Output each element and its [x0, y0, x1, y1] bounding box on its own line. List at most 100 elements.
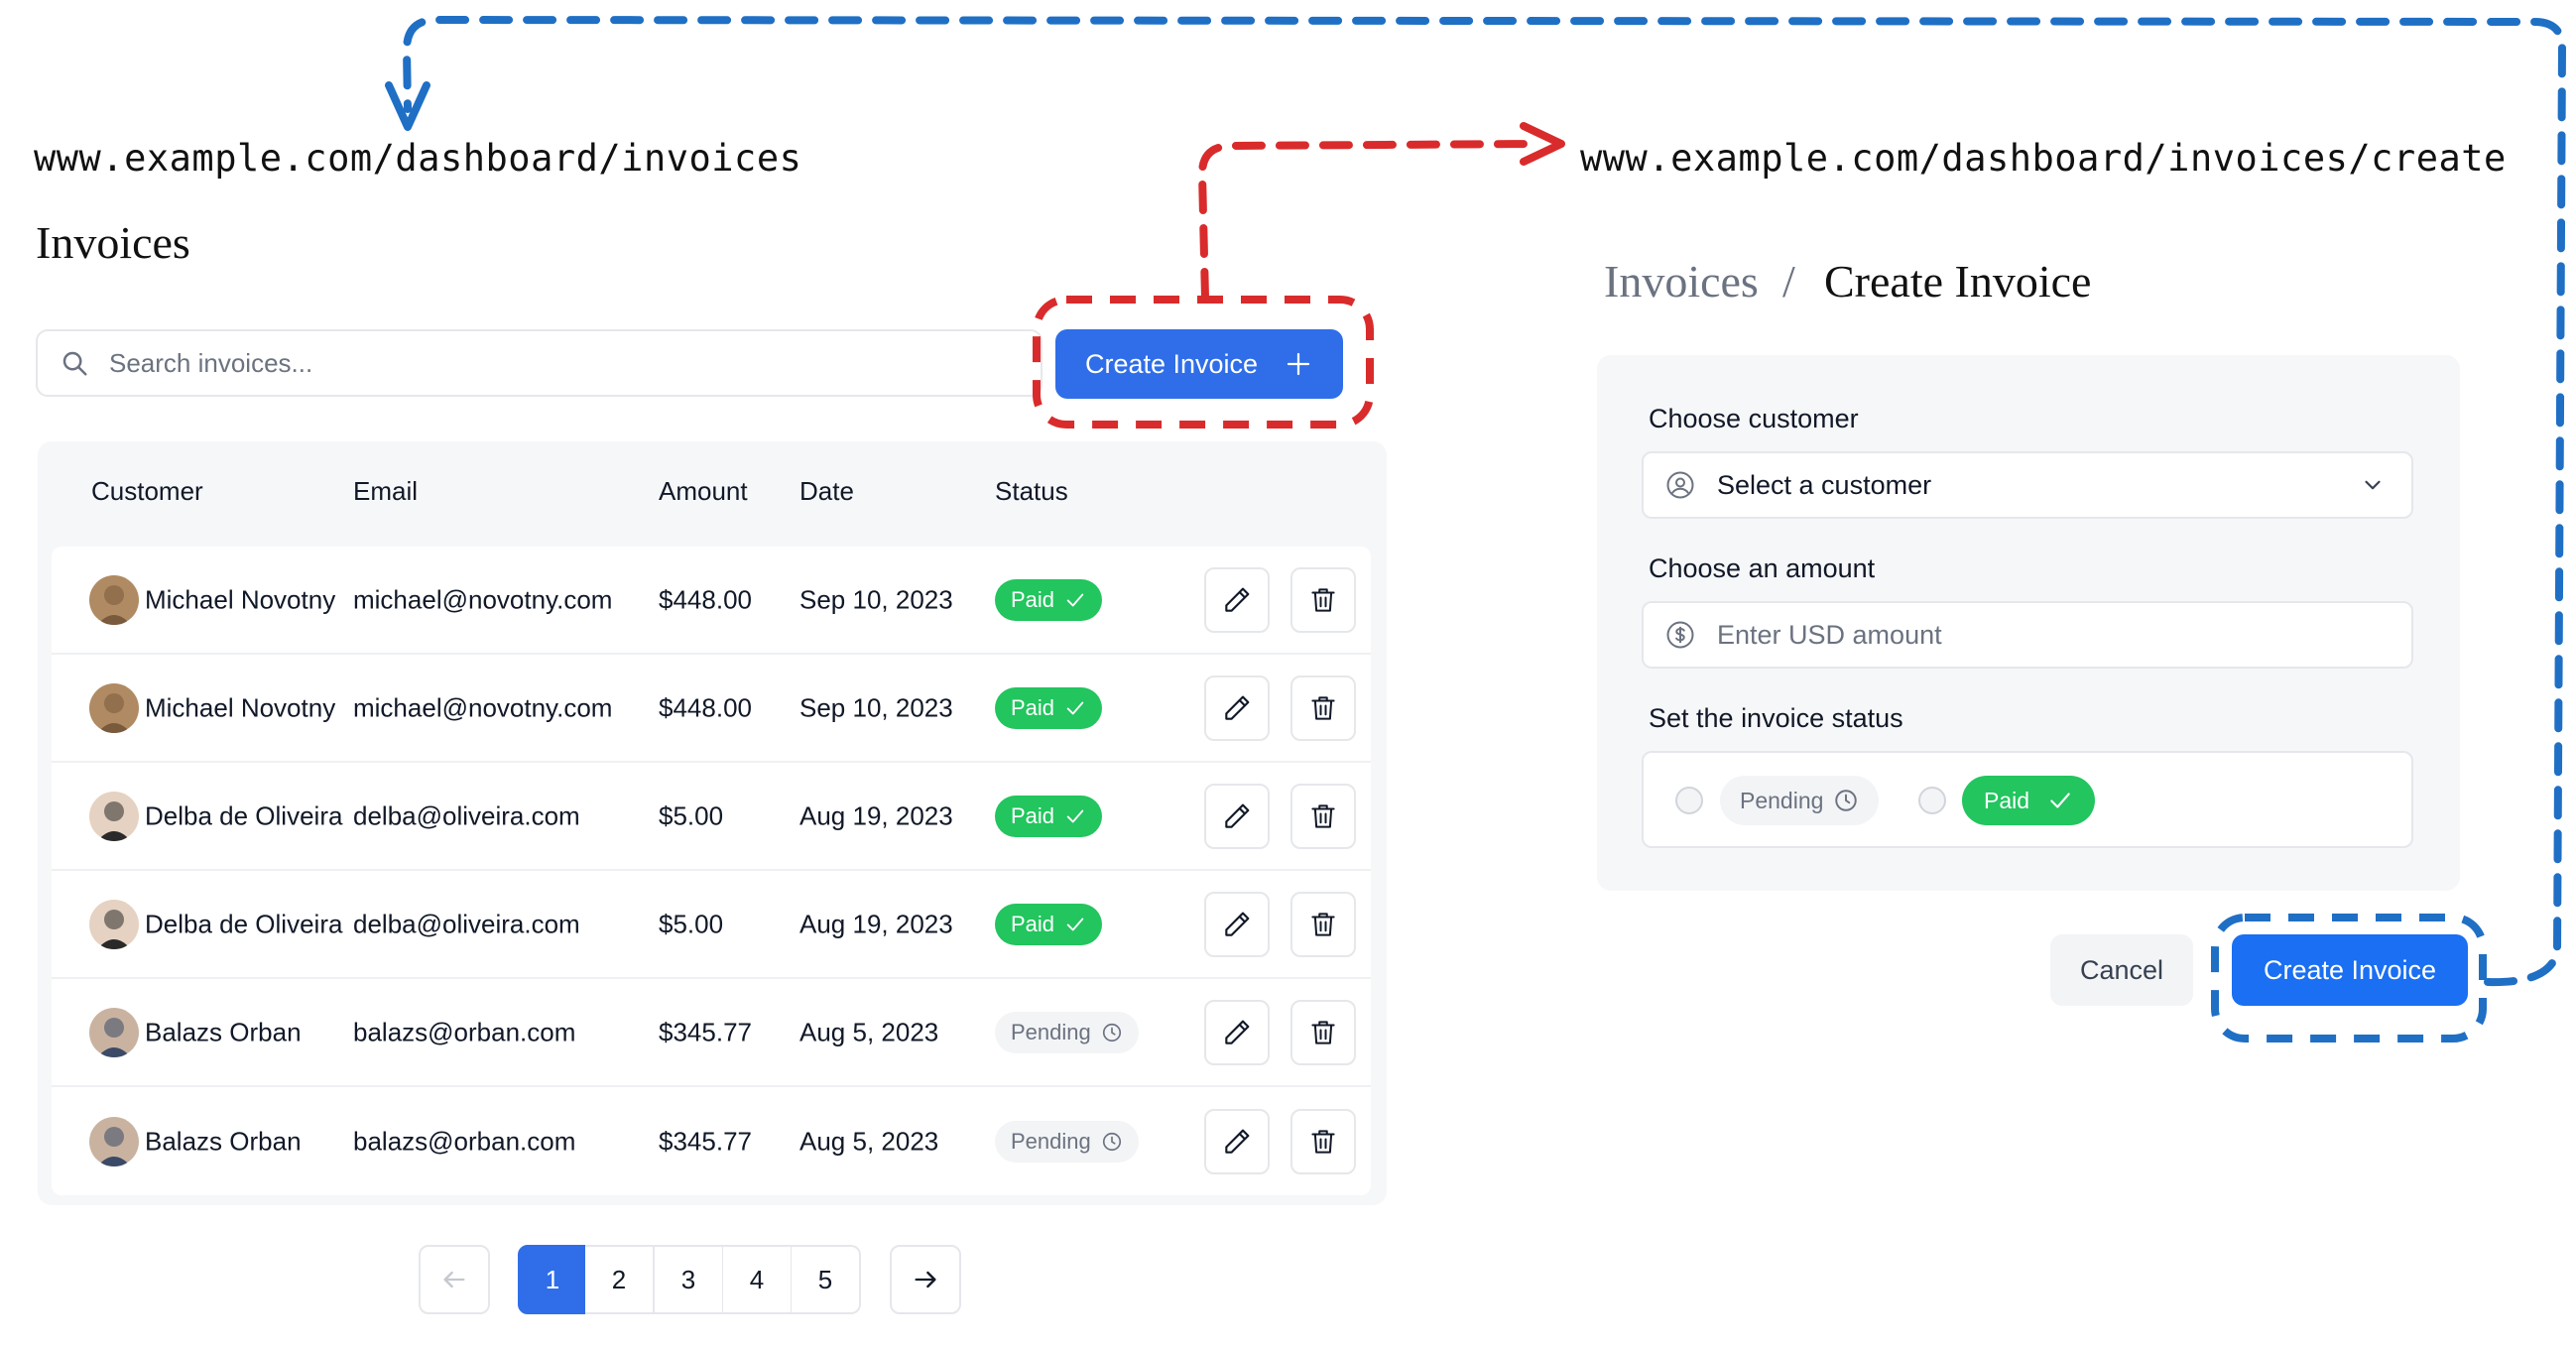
pagination-page-4[interactable]: 4 — [723, 1245, 793, 1314]
create-invoice-label: Create Invoice — [1084, 348, 1259, 379]
customer-email: delba@oliveira.com — [353, 800, 580, 830]
blue-arrowhead — [385, 81, 430, 131]
customer-email: delba@oliveira.com — [353, 909, 580, 938]
status-badge: Paid — [995, 795, 1103, 837]
avatar — [89, 1007, 139, 1057]
edit-button[interactable] — [1204, 891, 1270, 957]
invoice-date: Aug 19, 2023 — [799, 800, 953, 830]
table-row: Michael Novotny michael@novotny.com $448.0… — [52, 547, 1371, 655]
customer-name: Balazs Orban — [145, 1017, 302, 1046]
page-number: 2 — [611, 1264, 627, 1294]
trash-icon — [1311, 587, 1335, 612]
delete-button[interactable] — [1290, 566, 1356, 633]
table-row: Michael Novotny michael@novotny.com $448.0… — [52, 655, 1371, 763]
red-arrow-path — [1197, 140, 1539, 302]
edit-button[interactable] — [1204, 999, 1270, 1065]
customer-name: Delba de Oliveira — [145, 909, 343, 938]
status-radio-pending[interactable] — [1675, 787, 1703, 814]
table-row: Delba de Oliveira delba@oliveira.com $5.00… — [52, 871, 1371, 979]
breadcrumb-current: Create Invoice — [1824, 256, 2092, 307]
chevron-down-icon — [2365, 480, 2381, 490]
customer-name: Michael Novotny — [145, 692, 336, 722]
pagination-page-3[interactable]: 3 — [655, 1245, 724, 1314]
customer-name: Michael Novotny — [145, 584, 336, 614]
avatar — [89, 1116, 139, 1166]
breadcrumb-separator: / — [1782, 256, 1795, 307]
page-number: 4 — [749, 1264, 765, 1294]
page-number: 1 — [545, 1264, 560, 1294]
table-row: Balazs Orban balazs@orban.com $345.77 Aug 5… — [52, 1087, 1371, 1195]
user-circle-icon — [1666, 471, 1694, 499]
page-title: Invoices — [36, 217, 190, 268]
avatar — [89, 899, 139, 949]
delete-button[interactable] — [1290, 783, 1356, 849]
invoice-amount: $5.00 — [659, 909, 724, 938]
avatar — [89, 682, 139, 733]
pagination-next-button[interactable] — [890, 1245, 961, 1314]
status-badge-label: Pending — [1011, 1128, 1091, 1154]
invoice-amount: $448.00 — [659, 692, 752, 722]
list-url: www.example.com/dashboard/invoices — [34, 137, 802, 180]
column-header-email: Email — [353, 476, 419, 506]
status-option-pending[interactable]: Pending — [1720, 776, 1880, 825]
check-icon — [2050, 793, 2070, 808]
amount-input[interactable]: Enter USD amount — [1642, 601, 2413, 669]
search-placeholder: Search invoices... — [109, 347, 313, 378]
pagination-page-1[interactable]: 1 — [518, 1245, 587, 1314]
invoice-date: Aug 19, 2023 — [799, 909, 953, 938]
delete-button[interactable] — [1290, 674, 1356, 741]
status-badge: Paid — [995, 903, 1103, 945]
cancel-button[interactable]: Cancel — [2050, 934, 2193, 1006]
status-badge-label: Paid — [1011, 911, 1055, 936]
pagination-page-5[interactable]: 5 — [792, 1245, 861, 1314]
delete-button[interactable] — [1290, 999, 1356, 1065]
avatar — [89, 574, 139, 625]
column-header-customer: Customer — [91, 476, 203, 506]
status-option-paid-label: Paid — [1984, 787, 2030, 813]
status-badge: Paid — [995, 686, 1103, 729]
clock-icon — [1835, 790, 1858, 811]
delete-button[interactable] — [1290, 891, 1356, 957]
pencil-icon — [1225, 695, 1250, 720]
customer-select-value: Select a customer — [1717, 469, 1932, 500]
invoice-date: Aug 5, 2023 — [799, 1017, 939, 1046]
status-radio-paid[interactable] — [1918, 787, 1946, 814]
submit-create-invoice-button[interactable]: Create Invoice — [2232, 934, 2468, 1006]
status-badge: Pending — [995, 1120, 1139, 1163]
page-number: 5 — [817, 1264, 833, 1294]
edit-button[interactable] — [1204, 566, 1270, 633]
check-icon — [1066, 918, 1084, 930]
delete-button[interactable] — [1290, 1108, 1356, 1174]
search-input[interactable]: Search invoices... — [36, 329, 1043, 397]
invoice-date: Sep 10, 2023 — [799, 584, 953, 614]
plus-icon — [1287, 352, 1310, 376]
edit-button[interactable] — [1204, 783, 1270, 849]
status-badge: Pending — [995, 1011, 1139, 1053]
amount-label: Choose an amount — [1649, 553, 1876, 583]
edit-button[interactable] — [1204, 674, 1270, 741]
status-option-paid[interactable]: Paid — [1962, 776, 2096, 825]
customer-email: michael@novotny.com — [353, 692, 613, 722]
invoice-amount: $345.77 — [659, 1126, 752, 1156]
invoice-date: Sep 10, 2023 — [799, 692, 953, 722]
pencil-icon — [1225, 1129, 1250, 1154]
search-icon — [62, 351, 87, 376]
table-row: Delba de Oliveira delba@oliveira.com $5.00… — [52, 763, 1371, 871]
pencil-icon — [1225, 803, 1250, 828]
trash-icon — [1311, 1020, 1335, 1044]
customer-select[interactable]: Select a customer — [1642, 451, 2413, 519]
check-icon — [1066, 701, 1084, 714]
avatar — [89, 791, 139, 841]
pagination-page-2[interactable]: 2 — [585, 1245, 655, 1314]
status-label: Set the invoice status — [1649, 703, 1903, 733]
amount-placeholder: Enter USD amount — [1717, 619, 1942, 650]
trash-icon — [1311, 912, 1335, 936]
pagination-prev-button[interactable] — [419, 1245, 490, 1314]
customer-label: Choose customer — [1649, 404, 1859, 433]
status-badge-label: Pending — [1011, 1019, 1091, 1044]
breadcrumb-parent[interactable]: Invoices — [1604, 255, 1759, 307]
edit-button[interactable] — [1204, 1108, 1270, 1174]
invoice-amount: $448.00 — [659, 584, 752, 614]
create-invoice-button[interactable]: Create Invoice — [1055, 329, 1343, 399]
pencil-icon — [1225, 912, 1250, 936]
